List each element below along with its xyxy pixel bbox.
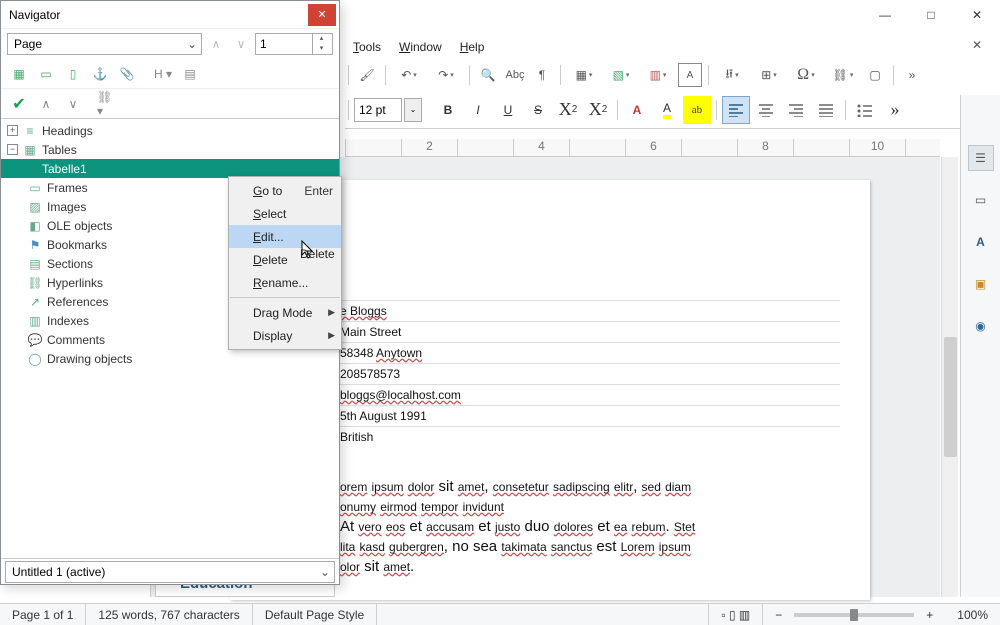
nav-reminder-icon[interactable]: 📎 bbox=[115, 62, 139, 86]
standard-toolbar: 🖌 ↶ ↷ 🔍 Abç ¶ ▦ ▧ ▥ A ⭿ ⊞ Ω ⛓ ▢ » bbox=[345, 60, 988, 90]
status-zoom-value[interactable]: 100% bbox=[945, 604, 1000, 625]
status-viewmode[interactable]: ▫ ▯ ▥ bbox=[709, 604, 763, 625]
doc-nationality: British bbox=[340, 430, 373, 444]
bold-button[interactable]: B bbox=[434, 96, 462, 124]
redo-button[interactable]: ↷ bbox=[429, 63, 463, 87]
footnote-button[interactable]: ▢ bbox=[863, 63, 887, 87]
sidebar-page-icon[interactable]: ▭ bbox=[968, 187, 994, 213]
nav-next-icon[interactable]: ∨ bbox=[230, 33, 252, 55]
nav-heading-levels-button[interactable]: H ▾ bbox=[151, 62, 175, 86]
bullets-button[interactable] bbox=[851, 96, 879, 124]
navigator-navigate-by-combo[interactable]: Page bbox=[7, 33, 202, 55]
ctx-goto[interactable]: Go toEnter bbox=[229, 179, 341, 202]
status-page[interactable]: Page 1 of 1 bbox=[0, 604, 86, 625]
document-close-icon[interactable]: ✕ bbox=[972, 38, 988, 54]
status-wordcount[interactable]: 125 words, 767 characters bbox=[86, 604, 252, 625]
horizontal-ruler[interactable]: 24681012141618 bbox=[345, 139, 940, 157]
navigator-titlebar[interactable]: Navigator ✕ bbox=[1, 1, 339, 29]
menu-help[interactable]: Help bbox=[452, 37, 493, 57]
italic-button[interactable]: I bbox=[464, 96, 492, 124]
textbox-button[interactable]: A bbox=[678, 63, 702, 87]
superscript-button[interactable]: X2 bbox=[554, 96, 582, 124]
subscript-button[interactable]: X2 bbox=[584, 96, 612, 124]
window-maximize-button[interactable]: □ bbox=[908, 0, 954, 30]
sidebar-navigator-icon[interactable]: ◉ bbox=[968, 313, 994, 339]
nav-anchor-icon[interactable]: ⚓ bbox=[88, 62, 112, 86]
align-justify-button[interactable] bbox=[812, 96, 840, 124]
field-button[interactable]: ⊞ bbox=[752, 63, 786, 87]
status-bar: Page 1 of 1 125 words, 767 characters De… bbox=[0, 603, 1000, 625]
special-char-button[interactable]: Ω bbox=[789, 63, 823, 87]
undo-button[interactable]: ↶ bbox=[392, 63, 426, 87]
doc-email: bloggs@localhost.com bbox=[340, 388, 461, 402]
paintbrush-icon[interactable]: 🖌 bbox=[355, 63, 379, 87]
chart-button[interactable]: ▥ bbox=[641, 63, 675, 87]
context-menu: Go toEnter Select Edit... Delete Rename.… bbox=[228, 176, 342, 350]
menu-window[interactable]: Window bbox=[391, 37, 450, 57]
spellcheck-button[interactable]: Abç bbox=[503, 63, 527, 87]
font-size-dropdown[interactable]: ⌄ bbox=[404, 98, 422, 122]
navigator-document-combo[interactable]: Untitled 1 (active) bbox=[5, 561, 335, 583]
sidebar: ☰ ▭ A ▣ ◉ bbox=[960, 95, 1000, 597]
doc-phone: 208578573 bbox=[340, 367, 400, 381]
align-left-button[interactable] bbox=[722, 96, 750, 124]
align-right-button[interactable] bbox=[782, 96, 810, 124]
formatting-marks-button[interactable]: ¶ bbox=[530, 63, 554, 87]
highlight-color-button[interactable]: A bbox=[653, 96, 681, 124]
ctx-delete-accelerator: Delete bbox=[300, 247, 335, 261]
doc-profile: orem ipsum dolor sit amet, consetetur sa… bbox=[340, 477, 840, 577]
more-icon[interactable]: » bbox=[900, 63, 924, 87]
find-button[interactable]: 🔍 bbox=[476, 63, 500, 87]
doc-city: 58348 Anytown bbox=[340, 346, 422, 360]
vertical-scrollbar[interactable] bbox=[941, 157, 958, 597]
strikethrough-button[interactable]: S bbox=[524, 96, 552, 124]
navigator-close-button[interactable]: ✕ bbox=[308, 4, 336, 26]
window-close-button[interactable]: ✕ bbox=[954, 0, 1000, 30]
ctx-rename[interactable]: Rename... bbox=[229, 271, 341, 294]
font-color-button[interactable]: A bbox=[623, 96, 651, 124]
formatting-toolbar: 12 pt ⌄ B I U S X2 X2 A A ab » bbox=[345, 95, 965, 129]
nav-content-view-icon[interactable]: ▦ bbox=[7, 62, 31, 86]
sidebar-properties-icon[interactable]: ☰ bbox=[968, 145, 994, 171]
nav-toggle-button[interactable]: ✔ bbox=[7, 92, 31, 116]
tree-drawing-objects[interactable]: ◯Drawing objects bbox=[1, 349, 339, 368]
font-size-field[interactable]: 12 pt bbox=[354, 98, 402, 122]
sidebar-styles-icon[interactable]: A bbox=[968, 229, 994, 255]
nav-listbox-button[interactable]: ▤ bbox=[178, 62, 202, 86]
nav-demote-chapter-icon: ∨ bbox=[61, 92, 85, 116]
sidebar-gallery-icon[interactable]: ▣ bbox=[968, 271, 994, 297]
nav-promote-chapter-icon: ∧ bbox=[34, 92, 58, 116]
ctx-drag-mode[interactable]: Drag Mode▶ bbox=[229, 301, 341, 324]
page-break-button[interactable]: ⭿ bbox=[715, 63, 749, 87]
nav-header-icon[interactable]: ▭ bbox=[34, 62, 58, 86]
nav-footer-icon[interactable]: ▯ bbox=[61, 62, 85, 86]
table-button[interactable]: ▦ bbox=[567, 63, 601, 87]
more-formatting-icon[interactable]: » bbox=[881, 96, 909, 124]
menubar: Tools Window Help bbox=[345, 35, 492, 59]
tree-headings[interactable]: +≡Headings bbox=[1, 121, 339, 140]
nav-dragmode-button[interactable]: ⛓ ▾ bbox=[97, 92, 121, 116]
nav-prev-icon[interactable]: ∧ bbox=[205, 33, 227, 55]
char-highlight-button[interactable]: ab bbox=[683, 96, 711, 124]
navigator-page-spinner[interactable]: ▴▾ bbox=[255, 33, 333, 55]
navigator-page-input[interactable] bbox=[256, 37, 312, 51]
doc-street: Main Street bbox=[340, 325, 401, 339]
menu-tools[interactable]: Tools bbox=[345, 37, 389, 57]
ctx-display[interactable]: Display▶ bbox=[229, 324, 341, 347]
status-page-style[interactable]: Default Page Style bbox=[253, 604, 377, 625]
underline-button[interactable]: U bbox=[494, 96, 522, 124]
ctx-edit[interactable]: Edit... bbox=[229, 225, 341, 248]
doc-dob: 5th August 1991 bbox=[340, 409, 427, 423]
hyperlink-button[interactable]: ⛓ bbox=[826, 63, 860, 87]
window-minimize-button[interactable]: — bbox=[862, 0, 908, 30]
status-zoom[interactable]: −+ bbox=[763, 604, 945, 625]
doc-name: e Bloggs bbox=[340, 304, 387, 318]
align-center-button[interactable] bbox=[752, 96, 780, 124]
ctx-select[interactable]: Select bbox=[229, 202, 341, 225]
image-button[interactable]: ▧ bbox=[604, 63, 638, 87]
tree-tables[interactable]: −▦Tables bbox=[1, 140, 339, 159]
navigator-title: Navigator bbox=[9, 8, 60, 22]
